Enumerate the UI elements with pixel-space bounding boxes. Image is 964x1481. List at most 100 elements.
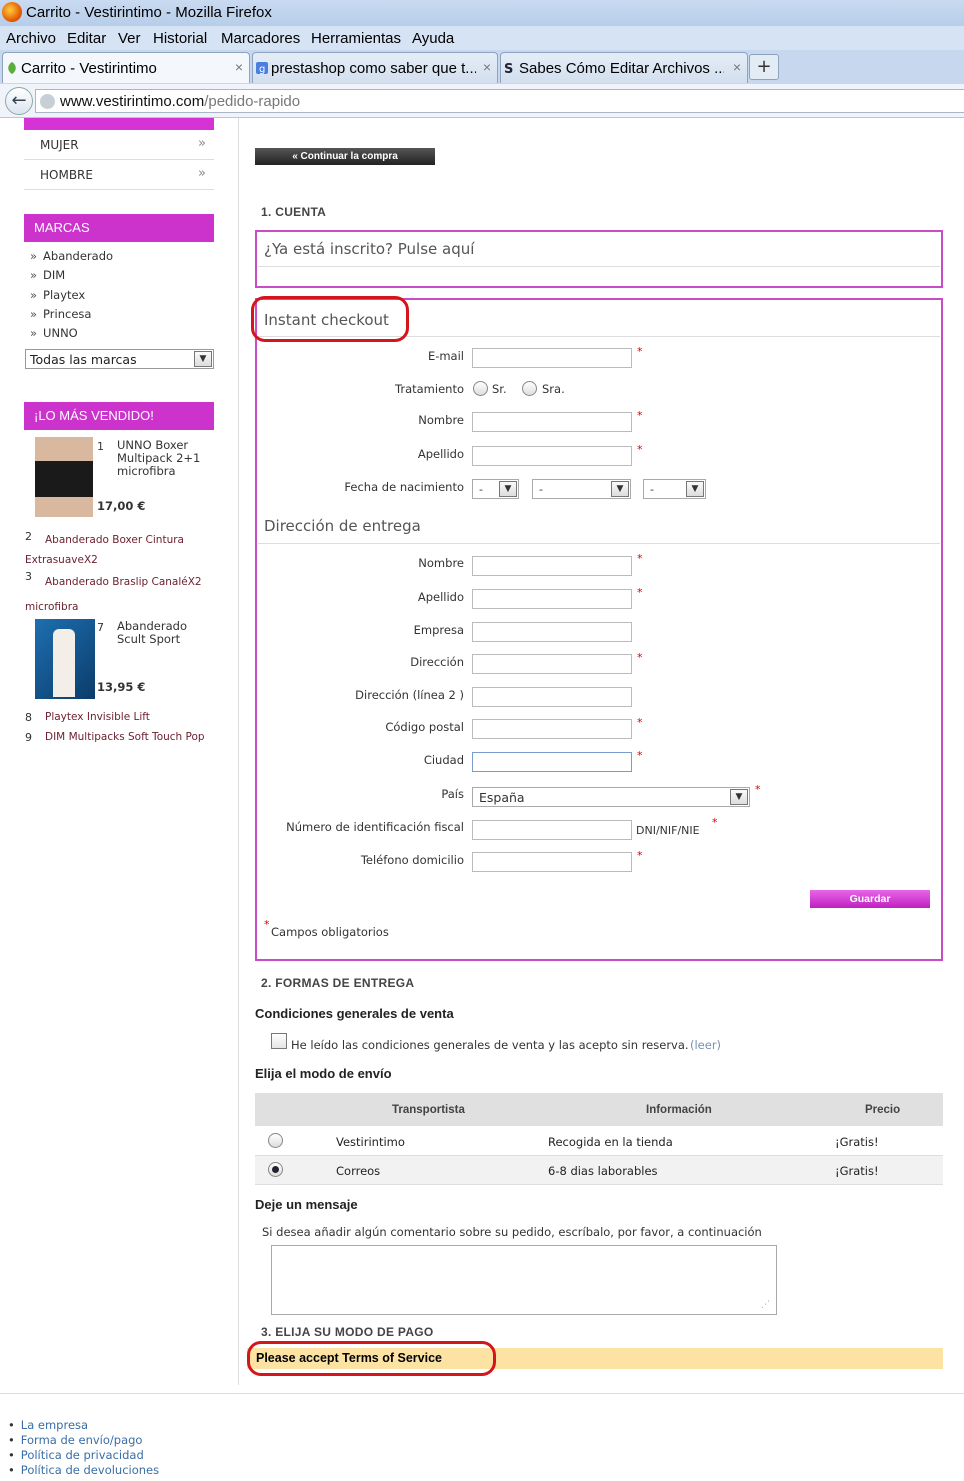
required-fields-note: Campos obligatorios bbox=[271, 925, 389, 939]
section-shipping-title: 2. FORMAS DE ENTREGA bbox=[261, 976, 415, 990]
tab-label: prestashop como saber que t... bbox=[271, 60, 476, 77]
carrier-price: ¡Gratis! bbox=[835, 1135, 879, 1149]
bestseller-price: 13,95 € bbox=[97, 680, 146, 694]
footer-divider bbox=[0, 1393, 964, 1394]
dni-field[interactable] bbox=[472, 820, 632, 840]
footer-link[interactable]: Política de privacidad bbox=[8, 1448, 144, 1462]
phone-field[interactable] bbox=[472, 852, 632, 872]
brand-link-dim[interactable]: DIM bbox=[30, 268, 65, 282]
price-col-header: Precio bbox=[865, 1104, 901, 1116]
carrier-table-header bbox=[255, 1093, 943, 1126]
required-mark: * bbox=[637, 345, 643, 358]
city-field[interactable] bbox=[472, 752, 632, 772]
sidebar-item-hombre[interactable]: HOMBRE » bbox=[24, 160, 214, 190]
title-mrs-radio[interactable] bbox=[522, 381, 537, 396]
save-button[interactable]: Guardar bbox=[810, 890, 930, 908]
menu-marcadores[interactable]: Marcadores bbox=[221, 30, 300, 47]
new-tab-button[interactable]: + bbox=[749, 54, 779, 80]
birth-month-select[interactable]: - ▼ bbox=[532, 479, 631, 499]
menu-ver[interactable]: Ver bbox=[118, 30, 141, 47]
login-prompt-link[interactable]: ¿Ya está inscrito? Pulse aquí bbox=[264, 240, 474, 258]
bestseller-rank: 1 bbox=[97, 440, 104, 453]
menu-herramientas[interactable]: Herramientas bbox=[311, 30, 401, 47]
close-tab-icon[interactable]: × bbox=[235, 59, 243, 75]
product-image-boxer[interactable] bbox=[35, 437, 93, 517]
menu-historial[interactable]: Historial bbox=[153, 30, 207, 47]
footer-link[interactable]: Política de devoluciones bbox=[8, 1463, 159, 1477]
close-tab-icon[interactable]: × bbox=[733, 59, 741, 75]
addr-last-name-label: Apellido bbox=[417, 590, 464, 604]
product-image-sport[interactable] bbox=[35, 619, 95, 699]
email-field[interactable] bbox=[472, 348, 632, 368]
terms-read-link[interactable]: (leer) bbox=[690, 1038, 721, 1052]
carrier-info: Recogida en la tienda bbox=[548, 1135, 673, 1149]
menu-bar bbox=[0, 26, 964, 50]
last-name-label: Apellido bbox=[417, 447, 464, 461]
brand-link-princesa[interactable]: Princesa bbox=[30, 307, 91, 321]
addr-last-name-field[interactable] bbox=[472, 589, 632, 609]
menu-ayuda[interactable]: Ayuda bbox=[412, 30, 454, 47]
tab-editar-archivos[interactable]: S Sabes Cómo Editar Archivos .... × bbox=[500, 52, 748, 83]
bestseller-name[interactable]: UNNO Boxer Multipack 2+1 microfibra bbox=[117, 439, 212, 478]
close-tab-icon[interactable]: × bbox=[483, 59, 491, 75]
postcode-field[interactable] bbox=[472, 719, 632, 739]
first-name-field[interactable] bbox=[472, 412, 632, 432]
bestseller-name[interactable]: Abanderado Scult Sport bbox=[117, 620, 212, 646]
title-mr-radio[interactable] bbox=[473, 381, 488, 396]
addr-first-name-label: Nombre bbox=[418, 556, 464, 570]
brand-link-abanderado[interactable]: Abanderado bbox=[30, 249, 113, 263]
carrier-name: Vestirintimo bbox=[336, 1135, 405, 1149]
delivery-address-title: Dirección de entrega bbox=[264, 517, 421, 535]
required-mark: * bbox=[637, 651, 643, 664]
carrier-radio-correos[interactable] bbox=[268, 1162, 283, 1177]
menu-archivo[interactable]: Archivo bbox=[6, 30, 56, 47]
sidebar-item-mujer[interactable]: MUJER » bbox=[24, 130, 214, 160]
brand-link-playtex[interactable]: Playtex bbox=[30, 288, 85, 302]
required-mark: * bbox=[637, 849, 643, 862]
tab-prestashop[interactable]: g prestashop como saber que t... × bbox=[252, 52, 498, 83]
bestseller-link[interactable]: DIM Multipacks Soft Touch Pop bbox=[45, 731, 205, 743]
menu-editar[interactable]: Editar bbox=[67, 30, 106, 47]
google-favicon-icon: g bbox=[256, 61, 268, 75]
message-title: Deje un mensaje bbox=[255, 1197, 358, 1212]
dropdown-arrow-icon: ▼ bbox=[499, 481, 517, 497]
carrier-radio-vestirintimo[interactable] bbox=[268, 1133, 283, 1148]
dropdown-arrow-icon: ▼ bbox=[730, 789, 748, 805]
info-col-header: Información bbox=[646, 1104, 712, 1116]
carrier-col-header: Transportista bbox=[392, 1104, 465, 1116]
company-field[interactable] bbox=[472, 622, 632, 642]
brand-link-unno[interactable]: UNNO bbox=[30, 326, 78, 340]
url-text: www.vestirintimo.com/pedido-rapido bbox=[60, 93, 301, 110]
required-mark: * bbox=[637, 586, 643, 599]
bestsellers-header: ¡LO MÁS VENDIDO! bbox=[24, 402, 214, 430]
footer-link[interactable]: La empresa bbox=[8, 1418, 88, 1432]
section-account-title: 1. CUENTA bbox=[261, 205, 327, 219]
birth-year-select[interactable]: - ▼ bbox=[643, 479, 706, 499]
back-button[interactable]: ← bbox=[5, 87, 33, 115]
first-name-label: Nombre bbox=[418, 413, 464, 427]
bestseller-rank: 7 bbox=[97, 621, 104, 634]
last-name-field[interactable] bbox=[472, 446, 632, 466]
bestseller-link[interactable]: Abanderado Braslip CanaléX2 microfibra bbox=[25, 570, 215, 620]
bestseller-link[interactable]: Playtex Invisible Lift bbox=[45, 711, 150, 723]
footer-link[interactable]: Forma de envío/pago bbox=[8, 1433, 143, 1447]
terms-title: Condiciones generales de venta bbox=[255, 1006, 454, 1021]
addr-first-name-field[interactable] bbox=[472, 556, 632, 576]
message-textarea[interactable]: ⋰ bbox=[271, 1245, 777, 1315]
terms-checkbox[interactable] bbox=[271, 1033, 287, 1049]
leaf-favicon-icon bbox=[6, 61, 18, 75]
tab-carrito[interactable]: Carrito - Vestirintimo × bbox=[2, 52, 250, 83]
birth-day-select[interactable]: - ▼ bbox=[472, 479, 519, 499]
brand-select[interactable]: Todas las marcas ▼ bbox=[25, 349, 214, 369]
url-bar[interactable]: www.vestirintimo.com/pedido-rapido bbox=[35, 89, 964, 113]
dni-hint: DNI/NIF/NIE bbox=[636, 824, 700, 837]
continue-shopping-button[interactable]: « Continuar la compra bbox=[255, 148, 435, 165]
resize-handle-icon[interactable]: ⋰ bbox=[761, 1300, 770, 1310]
address1-field[interactable] bbox=[472, 654, 632, 674]
dropdown-arrow-icon: ▼ bbox=[194, 351, 212, 367]
address2-field[interactable] bbox=[472, 687, 632, 707]
country-select[interactable]: España ▼ bbox=[472, 787, 750, 807]
bestseller-link[interactable]: Abanderado Boxer Cintura ExtrasuaveX2 bbox=[25, 530, 215, 570]
required-mark: * bbox=[637, 552, 643, 565]
email-label: E-mail bbox=[427, 349, 464, 363]
